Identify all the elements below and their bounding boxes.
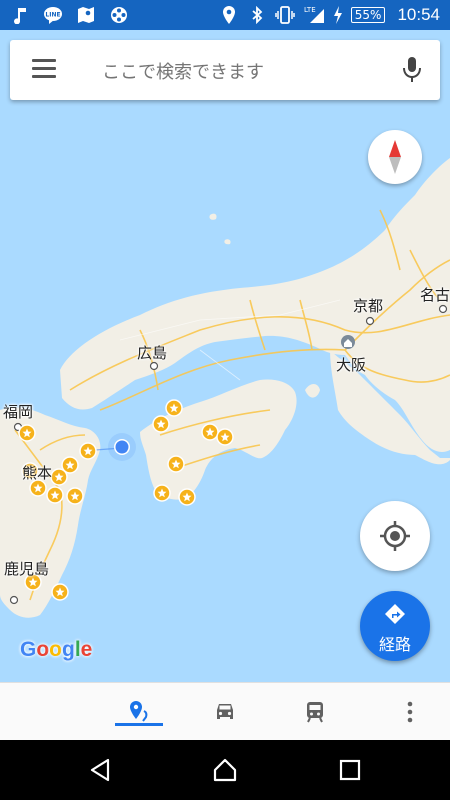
tab-more[interactable] — [380, 683, 440, 741]
clock: 10:54 — [397, 5, 440, 24]
city-label-kagoshima[interactable]: 鹿児島 — [4, 558, 49, 579]
bluetooth-icon — [247, 5, 267, 25]
svg-text:LINE: LINE — [45, 12, 60, 19]
charging-icon — [333, 5, 343, 25]
lte-signal-icon: LTE — [303, 5, 325, 25]
saved-place-star-icon — [201, 423, 219, 441]
saved-place-star-icon — [216, 428, 234, 446]
city-label-kyoto[interactable]: 京都 — [353, 295, 383, 316]
saved-place-star-icon — [18, 424, 36, 442]
film-reel-icon — [109, 5, 129, 25]
city-label-osaka[interactable]: 大阪 — [336, 354, 366, 375]
saved-place-star-icon — [165, 399, 183, 417]
map-canvas[interactable]: 福岡 熊本 鹿児島 広島 京都 大阪 名古 — [0, 30, 450, 682]
compass-icon — [389, 140, 401, 174]
compass-button[interactable] — [368, 130, 422, 184]
back-button[interactable] — [80, 754, 120, 786]
microphone-icon[interactable] — [402, 56, 422, 84]
saved-place-star-icon — [50, 468, 68, 486]
saved-place-star-icon — [46, 486, 64, 504]
directions-button[interactable]: 経路 — [360, 591, 430, 661]
home-button[interactable] — [205, 754, 245, 786]
location-icon — [219, 5, 239, 25]
more-vert-icon — [407, 701, 413, 723]
tab-driving[interactable] — [195, 683, 255, 741]
train-icon — [307, 702, 323, 723]
saved-place-star-icon — [153, 484, 171, 502]
crosshair-icon — [380, 521, 410, 551]
my-location-button[interactable] — [360, 501, 430, 571]
car-icon — [217, 704, 233, 719]
saved-place-star-icon — [66, 487, 84, 505]
recents-icon — [339, 759, 361, 781]
saved-place-star-icon — [79, 442, 97, 460]
svg-text:LTE: LTE — [304, 6, 316, 14]
back-icon — [90, 758, 110, 782]
saved-place-star-icon — [152, 415, 170, 433]
google-logo: Google — [20, 638, 93, 661]
city-label-hiroshima[interactable]: 広島 — [137, 342, 167, 363]
directions-icon — [385, 604, 405, 624]
city-label-nagoya[interactable]: 名古 — [420, 284, 450, 305]
home-icon — [213, 758, 237, 782]
saved-places-layer — [18, 399, 234, 601]
bottom-tab-bar — [0, 682, 450, 741]
maps-app-icon — [76, 5, 96, 25]
tab-explore[interactable] — [109, 683, 169, 741]
saved-place-star-icon — [167, 455, 185, 473]
menu-icon[interactable] — [32, 59, 56, 81]
recents-button[interactable] — [330, 754, 370, 786]
city-label-fukuoka[interactable]: 福岡 — [3, 401, 33, 422]
search-box[interactable]: ここで検索できます — [10, 40, 440, 100]
search-input[interactable]: ここで検索できます — [102, 58, 264, 84]
tab-transit[interactable] — [285, 683, 345, 741]
music-note-icon — [10, 5, 30, 25]
line-app-icon: LINE — [43, 5, 63, 25]
vibrate-icon — [275, 5, 295, 25]
city-label-kumamoto[interactable]: 熊本 — [22, 462, 52, 483]
saved-place-star-icon — [51, 583, 69, 601]
place-icon — [130, 701, 148, 722]
battery-indicator: 55% — [350, 7, 386, 23]
status-bar: LINE LTE 55% 10:54 — [0, 0, 450, 30]
directions-label: 経路 — [378, 635, 411, 654]
system-navigation-bar — [0, 740, 450, 800]
saved-place-star-icon — [178, 488, 196, 506]
active-tab-indicator — [115, 723, 163, 726]
